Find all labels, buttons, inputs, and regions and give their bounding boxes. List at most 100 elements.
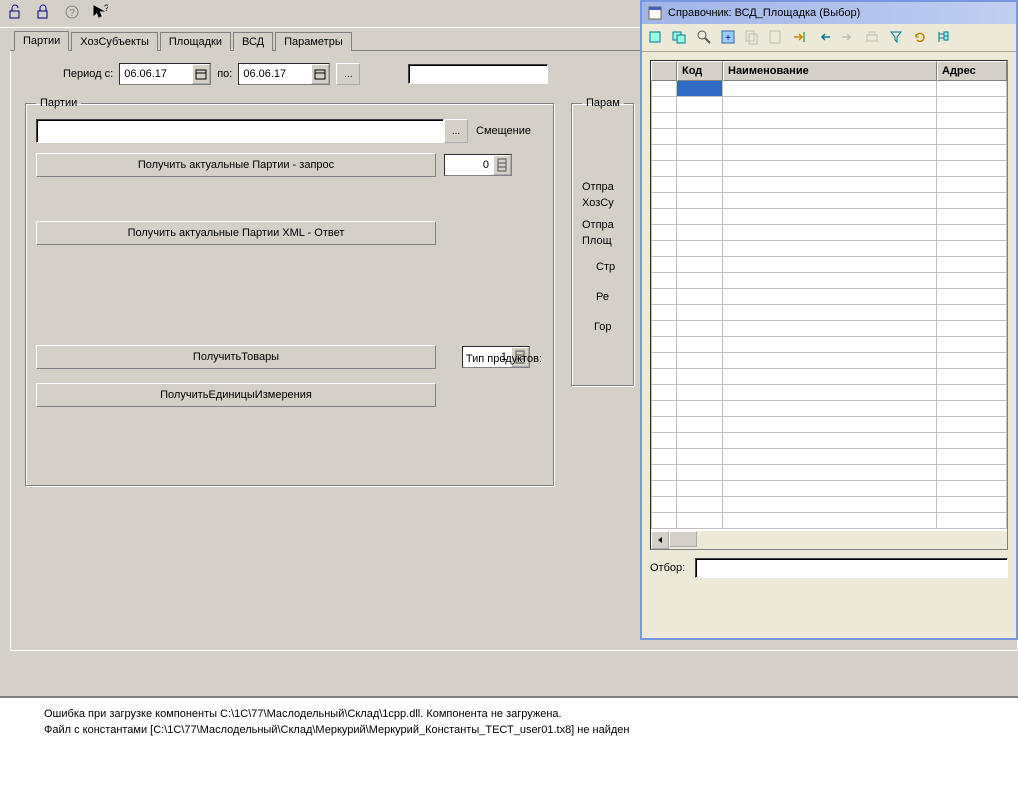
get-units-button[interactable]: ПолучитьЕдиницыИзмерения (36, 383, 436, 407)
scroll-thumb[interactable] (669, 531, 697, 547)
dialog-titlebar[interactable]: Справочник: ВСД_Площадка (Выбор) (642, 2, 1016, 24)
table-row[interactable] (651, 385, 1007, 401)
mark-icon[interactable] (768, 29, 786, 47)
table-row[interactable] (651, 513, 1007, 529)
table-row[interactable] (651, 97, 1007, 113)
table-row[interactable] (651, 113, 1007, 129)
params-label: Ре (582, 289, 624, 305)
period-to-label: по: (217, 68, 232, 80)
print-icon[interactable] (864, 29, 882, 47)
params-label: Стр (582, 259, 624, 275)
table-row[interactable] (651, 417, 1007, 433)
tab-vsd[interactable]: ВСД (233, 32, 273, 51)
table-row[interactable] (651, 193, 1007, 209)
date-to-field[interactable] (238, 63, 330, 85)
grid-header: Код Наименование Адрес (651, 61, 1007, 81)
date-from-field[interactable] (119, 63, 211, 85)
search-input[interactable] (408, 64, 548, 84)
search-icon[interactable] (696, 29, 714, 47)
table-row[interactable] (651, 129, 1007, 145)
settings-icon[interactable]: + (720, 29, 738, 47)
params-label: Площ (582, 233, 624, 249)
params-label: Гор (582, 319, 624, 335)
message-line: Ошибка при загрузке компоненты C:\1C\77\… (44, 706, 974, 722)
scroll-left-icon[interactable] (651, 531, 669, 549)
filter-icon[interactable] (888, 29, 906, 47)
filter-input[interactable] (695, 558, 1008, 578)
table-row[interactable] (651, 337, 1007, 353)
offset-field[interactable] (444, 154, 512, 176)
offset-label: Смещение (476, 125, 544, 137)
tab-sites[interactable]: Площадки (160, 32, 231, 51)
lock2-icon[interactable] (36, 4, 54, 22)
calendar-icon[interactable] (311, 64, 329, 84)
product-type-label: Тип продуктов: (466, 353, 542, 365)
params-label: ХозСу (582, 195, 624, 211)
params-fieldset: Парам Отпра ХозСу Отпра Площ Стр Ре Гор (571, 97, 635, 387)
table-row[interactable] (651, 257, 1007, 273)
date-from-input[interactable] (120, 64, 192, 84)
table-row[interactable] (651, 465, 1007, 481)
parties-main-input[interactable] (36, 119, 444, 143)
get-actual-parties-request-button[interactable]: Получить актуальные Партии - запрос (36, 153, 436, 177)
tab-params[interactable]: Параметры (275, 32, 352, 51)
output-icon[interactable] (792, 29, 810, 47)
horizontal-scrollbar[interactable] (651, 531, 1007, 549)
offset-input[interactable] (445, 155, 493, 175)
parties-input-dots[interactable]: ... (444, 119, 468, 143)
table-row[interactable] (651, 401, 1007, 417)
parties-legend: Партии (36, 97, 81, 109)
reference-grid[interactable]: Код Наименование Адрес (650, 60, 1008, 550)
move-in-icon[interactable] (816, 29, 834, 47)
get-goods-button[interactable]: ПолучитьТовары (36, 345, 436, 369)
message-line: Файл с константами [C:\1C\77\Маслодельны… (44, 722, 974, 738)
table-row[interactable] (651, 225, 1007, 241)
table-row[interactable] (651, 145, 1007, 161)
dialog-toolbar: + (642, 24, 1016, 52)
help-icon[interactable]: ? (64, 4, 82, 22)
pointer-icon[interactable]: ? (92, 4, 110, 22)
parties-fieldset: Партии ... Смещение Получить актуальные … (25, 97, 555, 487)
table-row[interactable] (651, 241, 1007, 257)
params-legend: Парам (582, 97, 624, 109)
dialog-title: Справочник: ВСД_Площадка (Выбор) (668, 7, 860, 19)
table-row[interactable] (651, 449, 1007, 465)
table-row[interactable] (651, 177, 1007, 193)
table-row[interactable] (651, 481, 1007, 497)
tab-parties[interactable]: Партии (14, 31, 69, 51)
table-row[interactable] (651, 497, 1007, 513)
params-label: Отпра (582, 217, 624, 233)
move-out-icon[interactable] (840, 29, 858, 47)
date-to-input[interactable] (239, 64, 311, 84)
table-row[interactable] (651, 353, 1007, 369)
col-code[interactable]: Код (677, 61, 723, 81)
refresh-icon[interactable] (912, 29, 930, 47)
tab-hozsub[interactable]: ХозСубъекты (71, 32, 158, 51)
lock1-icon[interactable] (8, 4, 26, 22)
table-row[interactable] (651, 433, 1007, 449)
tree-icon[interactable] (936, 29, 954, 47)
grid-body[interactable] (651, 81, 1007, 531)
table-row[interactable] (651, 289, 1007, 305)
table-row[interactable] (651, 369, 1007, 385)
get-actual-parties-xml-button[interactable]: Получить актуальные Партии XML - Ответ (36, 221, 436, 245)
svg-text:?: ? (104, 4, 108, 13)
table-row[interactable] (651, 305, 1007, 321)
spin-icon[interactable] (493, 155, 511, 175)
table-row[interactable] (651, 321, 1007, 337)
svg-text:?: ? (69, 8, 75, 19)
col-rowsel[interactable] (651, 61, 677, 81)
col-name[interactable]: Наименование (723, 61, 937, 81)
table-row[interactable] (651, 161, 1007, 177)
filter-row: Отбор: (650, 558, 1008, 578)
period-dots-button[interactable]: ... (336, 63, 360, 85)
copy-icon[interactable] (744, 29, 762, 47)
table-row[interactable] (651, 273, 1007, 289)
table-row[interactable] (651, 81, 1007, 97)
col-addr[interactable]: Адрес (937, 61, 1007, 81)
new-group-icon[interactable] (672, 29, 690, 47)
scroll-track[interactable] (669, 531, 1007, 549)
calendar-icon[interactable] (192, 64, 210, 84)
table-row[interactable] (651, 209, 1007, 225)
new-line-icon[interactable] (648, 29, 666, 47)
